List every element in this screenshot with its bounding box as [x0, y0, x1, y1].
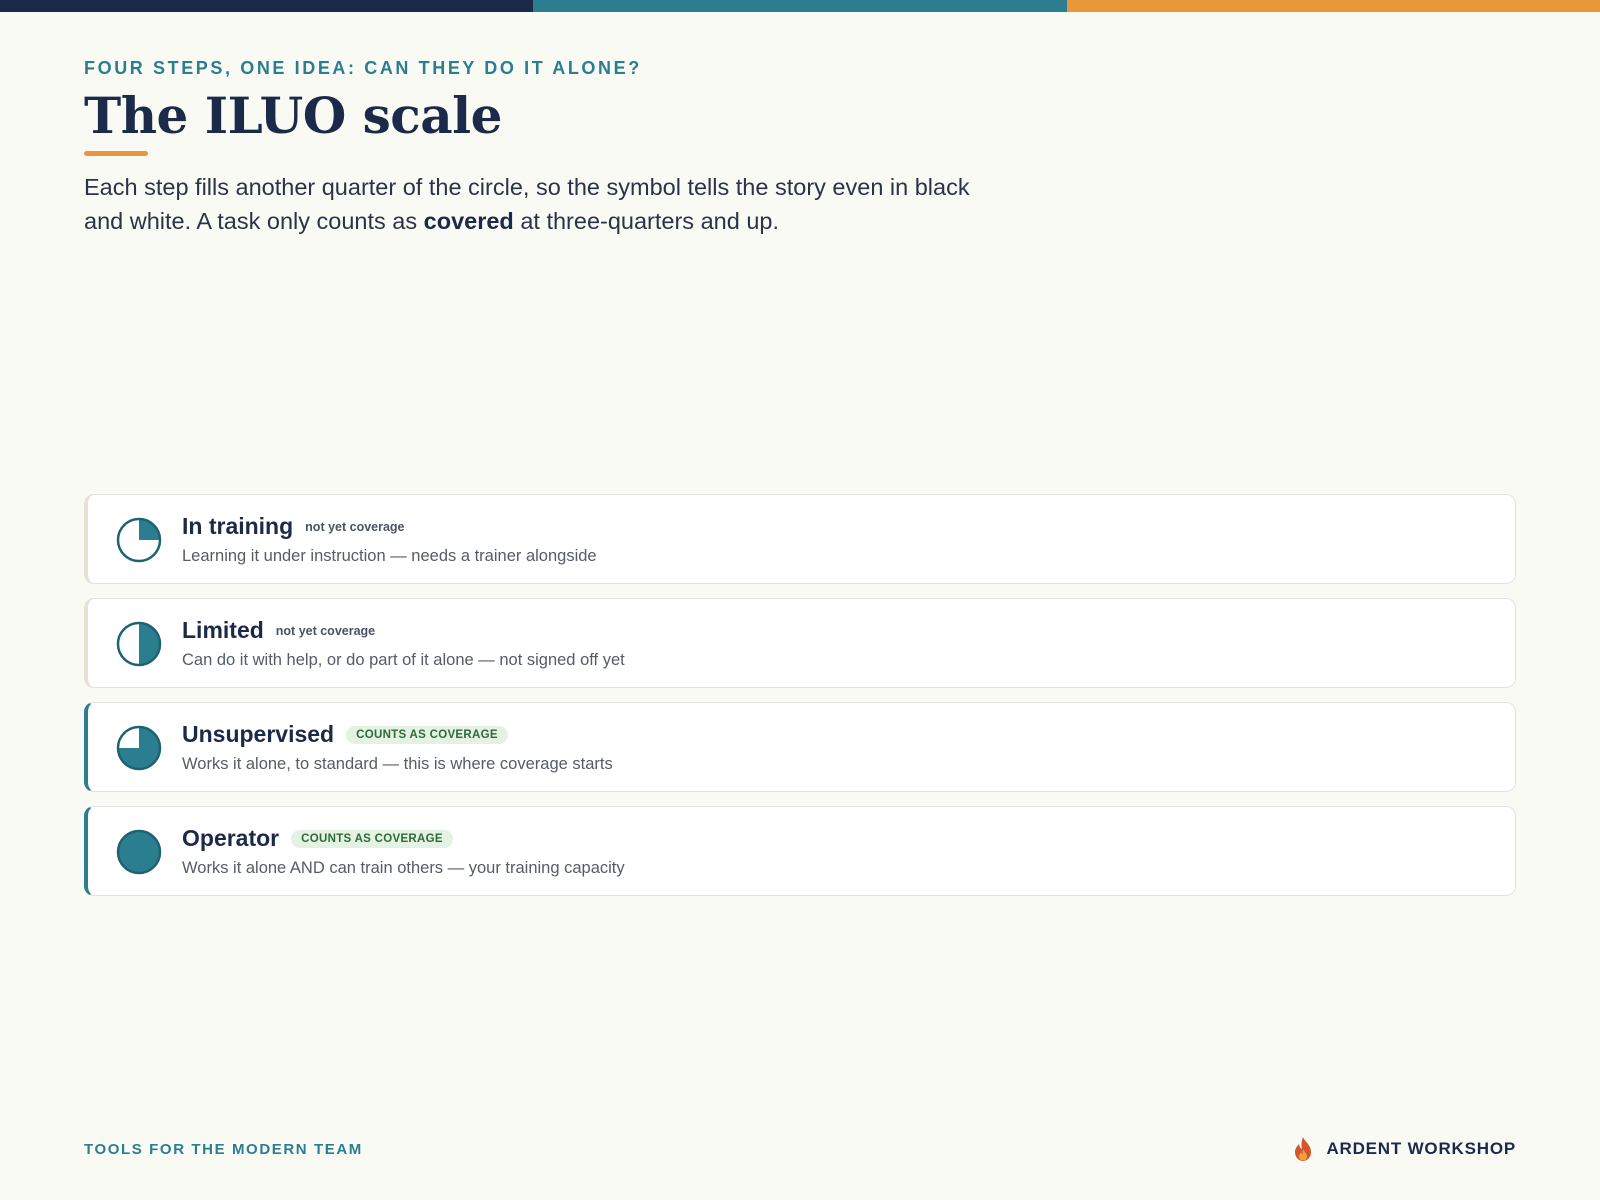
top-color-bar [0, 0, 1600, 12]
intro-paragraph: Each step fills another quarter of the c… [84, 170, 984, 238]
intro-bold-term: covered [423, 208, 514, 234]
top-bar-navy-segment [0, 0, 534, 12]
three-quarter-pie-icon [116, 725, 162, 771]
level-title-row: Operator COUNTS AS COVERAGE [182, 825, 453, 852]
level-list: In training not yet coverage Learning it… [84, 494, 1516, 910]
coverage-badge: COUNTS AS COVERAGE [346, 725, 508, 744]
level-name: In training [182, 513, 294, 539]
level-title-row: In training not yet coverage [182, 513, 405, 540]
brand-name: ARDENT WORKSHOP [1326, 1139, 1516, 1158]
title-underline [84, 151, 148, 156]
level-description: Works it alone AND can train others — yo… [182, 859, 625, 877]
footer-brand: ARDENT WORKSHOP [1292, 1136, 1516, 1162]
intro-text-end: at three-quarters and up. [513, 208, 779, 234]
level-name: Limited [182, 617, 264, 643]
level-card-limited: Limited not yet coverage Can do it with … [84, 598, 1516, 688]
level-description: Learning it under instruction — needs a … [182, 547, 597, 565]
level-description: Can do it with help, or do part of it al… [182, 651, 625, 669]
pie-fill [116, 829, 162, 875]
level-card-unsupervised: Unsupervised COUNTS AS COVERAGE Works it… [84, 702, 1516, 792]
top-bar-orange-segment [1066, 0, 1600, 12]
top-bar-teal-segment [533, 0, 1067, 12]
quarter-pie-icon [116, 517, 162, 563]
level-name: Unsupervised [182, 721, 335, 747]
coverage-badge: not yet coverage [275, 623, 376, 638]
full-pie-icon [116, 829, 162, 875]
level-title-row: Limited not yet coverage [182, 617, 375, 644]
level-name: Operator [182, 825, 280, 851]
flame-icon [1295, 1137, 1312, 1161]
level-card-in-training: In training not yet coverage Learning it… [84, 494, 1516, 584]
coverage-badge: COUNTS AS COVERAGE [291, 829, 453, 848]
coverage-badge: not yet coverage [305, 519, 405, 534]
level-card-operator: Operator COUNTS AS COVERAGE Works it alo… [84, 806, 1516, 896]
half-pie-icon [116, 621, 162, 667]
pie-fill [139, 623, 160, 665]
eyebrow-text: FOUR STEPS, ONE IDEA: CAN THEY DO IT ALO… [84, 58, 642, 78]
page-title: The ILUO scale [84, 86, 502, 145]
level-title-row: Unsupervised COUNTS AS COVERAGE [182, 721, 508, 748]
level-description: Works it alone, to standard — this is wh… [182, 755, 613, 773]
footer-tagline: TOOLS FOR THE MODERN TEAM [84, 1141, 363, 1158]
